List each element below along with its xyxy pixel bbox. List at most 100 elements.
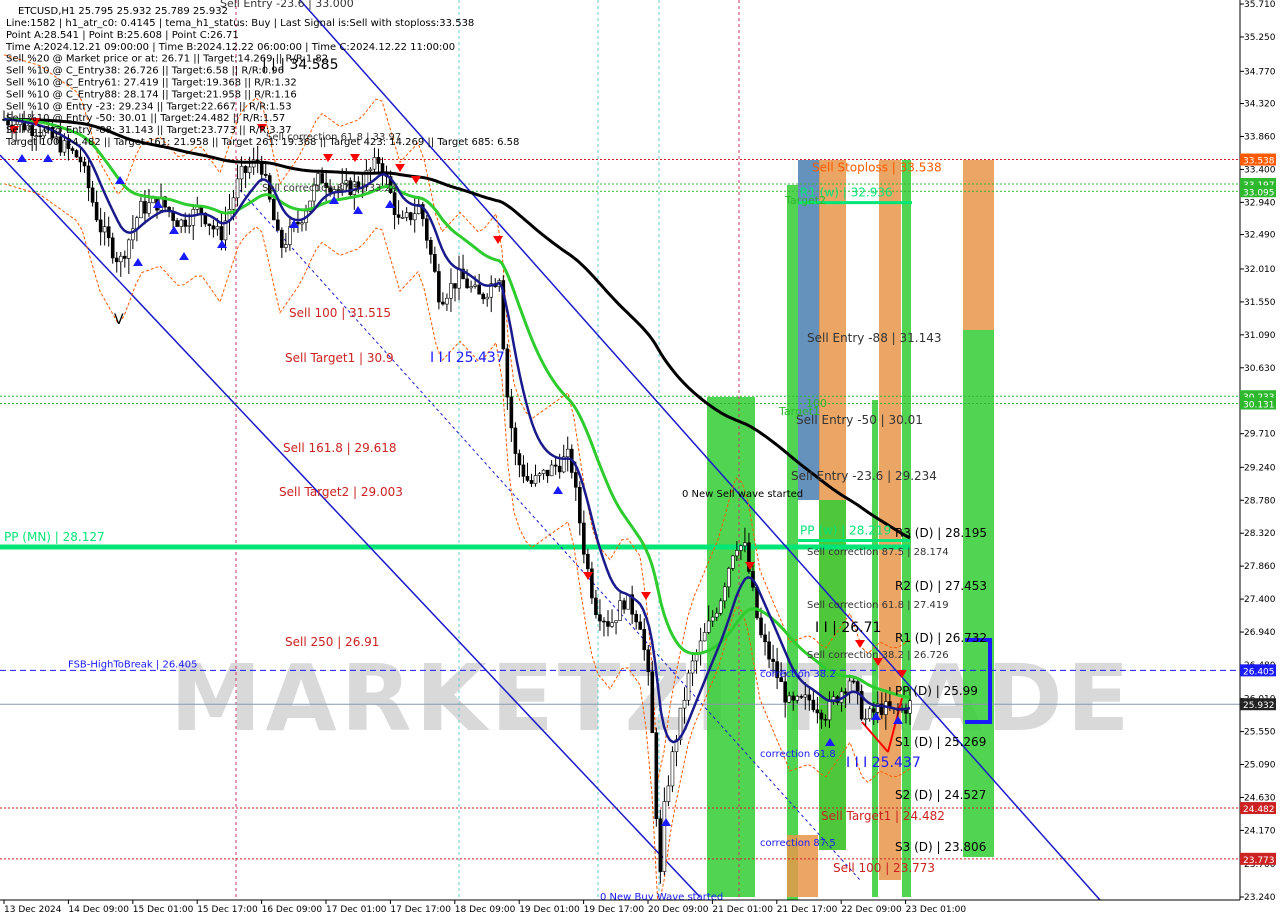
candle-body [650, 671, 655, 734]
time-tick-3: 15 Dec 17:00 [197, 905, 258, 915]
candle-body [288, 226, 292, 245]
candle [654, 727, 659, 827]
candle-body [586, 553, 590, 570]
candle-body [722, 586, 727, 602]
candle-body [618, 600, 622, 621]
label-corr875: Sell correction 87.5 | 28.174 [807, 547, 949, 558]
candle-body [400, 217, 405, 219]
time-tick-12: 21 Dec 17:00 [777, 905, 838, 915]
candle-body [481, 293, 485, 300]
candle [718, 598, 723, 616]
candle-body [147, 202, 151, 214]
candle-body [86, 165, 91, 189]
candle-body [280, 229, 284, 248]
price-tick-13: 29.710 [1244, 430, 1276, 440]
candle-body [795, 696, 800, 701]
price-tick-22: 25.550 [1244, 728, 1276, 738]
label-r3-daily: R3 (D) | 28.195 [895, 526, 987, 540]
candle-body [98, 219, 103, 233]
candle-body [473, 284, 477, 287]
label-sell-target1-30: Sell Target1 | 30.9 [285, 351, 394, 365]
candle-body [127, 239, 131, 259]
price-tick-9: 31.550 [1244, 298, 1276, 308]
candle-body [634, 613, 638, 623]
price-chart[interactable]: MARKETZI TRADE Sell Stoploss | 33.538R1 … [0, 0, 1280, 920]
info-line-2: Time A:2024.12.21 09:00:00 | Time B:2024… [5, 42, 455, 53]
candle-body [376, 157, 381, 164]
candle-body [622, 600, 626, 610]
candle-body [743, 542, 747, 547]
candle-body [670, 751, 675, 787]
info-line-3: Sell %20 @ Market price or at: 26.71 || … [6, 54, 328, 65]
candle-body [276, 219, 280, 231]
label-sell1618: Sell 161.8 | 29.618 [283, 441, 397, 455]
candle-body [284, 244, 288, 248]
candle-body [666, 785, 671, 802]
label-buy-corr618: correction 61.8 [760, 749, 836, 760]
candle-body [143, 201, 147, 214]
price-axis: 35.710 35.250 34.770 34.320 33.860 33.400 32.9… [1239, 0, 1280, 920]
price-tick-23: 25.090 [1244, 761, 1276, 771]
candle-body [485, 296, 490, 300]
candle-body [537, 473, 542, 476]
candle-body [578, 486, 582, 524]
candle-body [433, 254, 437, 272]
candle-body [827, 699, 832, 721]
zone-block-10 [963, 330, 994, 857]
label-wave-iii: I I I 25.437 [846, 755, 921, 771]
candle-body [300, 222, 304, 225]
info-line-6: Sell %10 @ C_Entry88: 28.174 || Target:2… [6, 89, 297, 100]
candle-body [368, 168, 373, 171]
price-tick-6: 32.940 [1244, 198, 1276, 208]
candle-body [396, 214, 401, 218]
info-line-5: Sell %10 @ C_Entry61: 27.419 || Target:1… [6, 78, 297, 89]
candle-body [82, 161, 87, 167]
candle-body [908, 700, 912, 714]
candle-body [642, 629, 647, 651]
candle-body [662, 801, 667, 872]
candle-body [863, 718, 868, 721]
candle-body [457, 268, 461, 289]
candle-body [557, 465, 562, 473]
price-tick-5: 33.400 [1244, 165, 1276, 175]
candle-body [602, 620, 606, 623]
candle-body [767, 641, 771, 660]
price-tick-1: 35.250 [1244, 33, 1276, 43]
label-s1-daily: S1 (D) | 25.269 [895, 735, 986, 749]
label-sell100-31: Sell 100 | 31.515 [289, 306, 391, 320]
candle-body [151, 197, 155, 204]
label-pp-monthly: PP (MN) | 28.127 [4, 530, 105, 544]
candle-body [183, 219, 187, 227]
price-tick-18: 27.400 [1244, 595, 1276, 605]
candle-body [102, 226, 107, 233]
candle-body [646, 649, 651, 673]
label-sell-target2: Sell Target2 | 29.003 [279, 485, 403, 499]
candle-body [638, 621, 643, 630]
candle-body [533, 475, 538, 484]
candle-body [437, 271, 441, 303]
candle-body [477, 284, 481, 295]
candle-body [207, 223, 212, 227]
price-badge-text-5: 26.405 [1243, 667, 1275, 677]
candle-body [70, 148, 75, 151]
candle-body [424, 218, 429, 241]
time-tick-9: 19 Dec 17:00 [584, 905, 645, 915]
chart-container: MARKETZI TRADE Sell Stoploss | 33.538 R1 … [0, 0, 1280, 920]
candle-body [509, 396, 514, 429]
candle-body [191, 209, 196, 226]
candle-body [465, 278, 469, 289]
candle-body [811, 699, 816, 711]
label-entry88: Sell Entry -88 | 31.143 [807, 331, 941, 345]
label-sell100: Sell 100 | 23.773 [833, 861, 935, 875]
label-s2-daily: S2 (D) | 24.527 [895, 788, 986, 802]
candle-body [441, 301, 445, 305]
candle-body [867, 708, 872, 720]
candle-body [819, 712, 824, 720]
candle-body [118, 255, 123, 263]
candle-body [139, 201, 143, 219]
candle-body [823, 718, 828, 721]
candle-body [783, 681, 787, 703]
candle-body [807, 694, 812, 701]
candle-body [553, 464, 558, 467]
candle-body [239, 166, 244, 180]
